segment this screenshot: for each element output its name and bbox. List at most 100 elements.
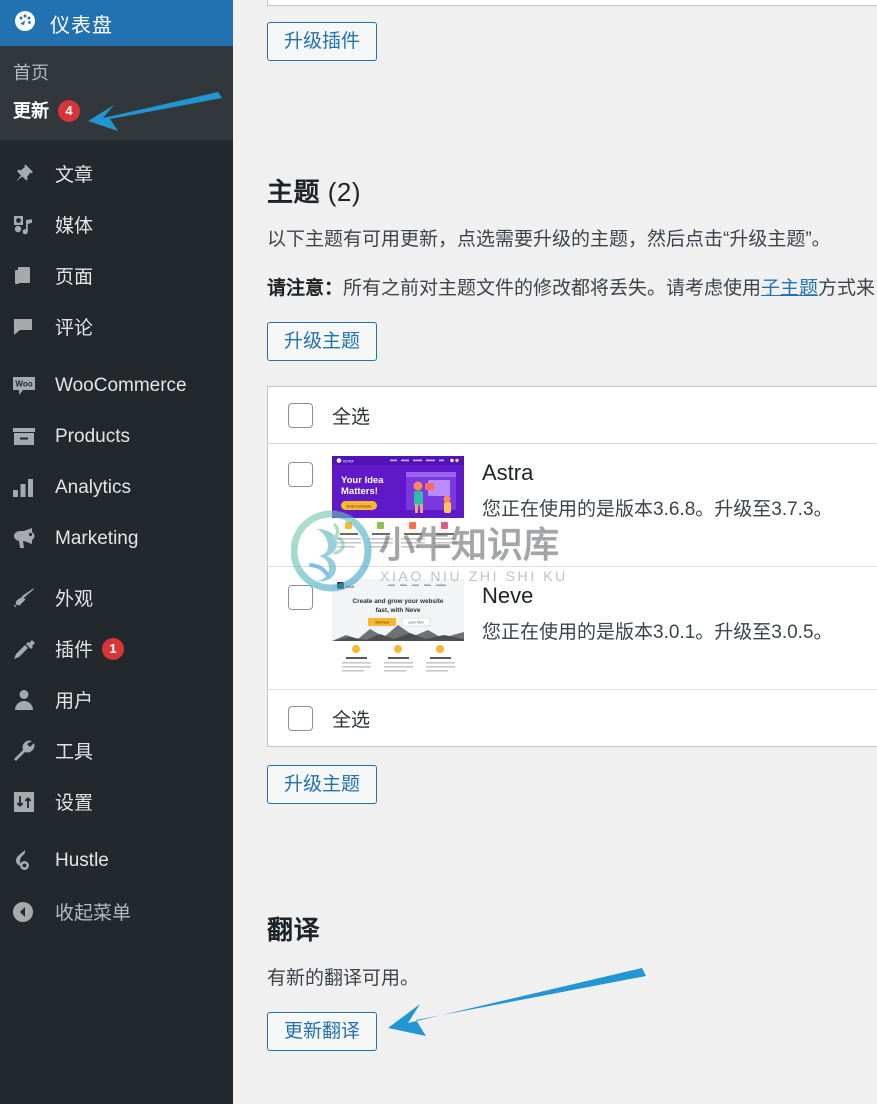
sidebar-item-analytics-label: Analytics [55,476,132,498]
upgrade-plugins-button[interactable]: 升级插件 [267,22,378,61]
main-content: 升级插件 主题 (2) 以下主题有可用更新，点选需要升级的主题，然后点击“升级主… [233,0,877,1104]
plugins-count-badge: 1 [102,637,125,660]
pin-icon [11,162,41,186]
svg-text:fast, with Neve: fast, with Neve [376,607,421,614]
admin-sidebar: 仪表盘 首页 更新 4 文章 媒体 页面 评论 Woo WooCommerce … [0,0,241,1104]
themes-intro-text: 以下主题有可用更新，点选需要升级的主题，然后点击“升级主题”。 [267,229,831,250]
sidebar-item-analytics[interactable]: Analytics [0,462,233,513]
comments-icon [11,315,41,339]
sidebar-dashboard-label: 仪表盘 [50,14,113,37]
themes-section-heading: 主题 (2) [267,172,361,209]
sidebar-item-pages-label: 页面 [55,267,94,288]
media-icon [11,213,41,237]
sidebar-item-users-label: 用户 [55,691,94,712]
sidebar-subitem-updates-label: 更新 [13,101,49,121]
plugins-plug-icon [11,636,41,662]
upgrade-themes-bottom-wrap: 升级主题 [267,765,378,804]
upgrade-themes-button-top[interactable]: 升级主题 [267,322,378,361]
sidebar-item-marketing[interactable]: Marketing [0,513,233,564]
sidebar-subitem-home[interactable]: 首页 [0,54,233,92]
theme-astra-thumbnail-cell: ASTRA Your Idea Matters! Build a Website [332,444,468,566]
sidebar-item-dashboard[interactable]: 仪表盘 [0,0,241,46]
sidebar-item-comments[interactable]: 评论 [0,301,233,352]
themes-notice-after: 方式来 [818,278,876,299]
sidebar-item-plugins-label: 插件 [55,640,94,661]
update-translations-button[interactable]: 更新翻译 [267,1012,378,1051]
pages-icon [11,264,41,288]
table-row-select-all-bottom: 全选 [268,690,877,746]
theme-neve-name: Neve [482,583,534,608]
select-all-top-checkbox[interactable] [287,402,313,428]
upgrade-plugins-button-wrap: 升级插件 [267,22,378,61]
theme-neve-version-text: 您正在使用的是版本3.0.1。升级至3.0.5。 [482,622,833,644]
woo-icon: Woo [11,373,41,399]
sidebar-item-hustle[interactable]: Hustle [0,835,233,886]
svg-text:Matters!: Matters! [341,486,378,497]
sidebar-item-media-label: 媒体 [55,216,94,237]
sidebar-item-settings[interactable]: 设置 [0,776,233,827]
sidebar-item-collapse-menu[interactable]: 收起菜单 [0,886,233,937]
sidebar-group-plugins-extra: Hustle [0,835,233,886]
sidebar-item-appearance[interactable]: 外观 [0,572,233,623]
sidebar-item-woocommerce[interactable]: Woo WooCommerce [0,360,233,411]
sidebar-item-plugins[interactable]: 插件 1 [0,623,233,674]
collapse-arrow-icon [11,900,41,924]
analytics-bars-icon [11,475,41,501]
appearance-brush-icon [11,585,41,611]
sidebar-group-content: 文章 媒体 页面 评论 [0,148,233,352]
hustle-flame-icon [11,848,41,874]
settings-sliders-icon [11,789,41,815]
sidebar-item-marketing-label: Marketing [55,527,139,549]
sidebar-item-users[interactable]: 用户 [0,674,233,725]
tools-wrench-icon [11,738,41,764]
themes-notice-label: 请注意： [267,278,344,299]
themes-notice-text: 请注意：所有之前对主题文件的修改都将丢失。请考虑使用子主题方式来 [267,275,875,304]
themes-count: (2) [327,177,362,207]
dashboard-gauge-icon [13,9,37,38]
svg-text:Build a Website: Build a Website [347,504,372,508]
theme-astra-name: Astra [482,460,534,485]
sidebar-item-settings-label: 设置 [55,793,94,814]
sidebar-item-collapse-menu-label: 收起菜单 [55,903,132,924]
upgrade-themes-button-bottom[interactable]: 升级主题 [267,765,378,804]
table-row-select-all-top: 全选 [268,387,877,444]
sidebar-item-pages[interactable]: 页面 [0,250,233,301]
svg-text:Create and grow your website: Create and grow your website [353,598,444,605]
svg-text:Start Now: Start Now [375,621,390,625]
sidebar-item-tools-label: 工具 [55,742,94,763]
child-theme-link[interactable]: 子主题 [761,278,818,299]
sidebar-group-collapse: 收起菜单 [0,886,233,937]
sidebar-item-products-label: Products [55,425,130,447]
sidebar-item-posts[interactable]: 文章 [0,148,233,199]
sidebar-item-tools[interactable]: 工具 [0,725,233,776]
sidebar-group-admin: 外观 插件 1 用户 工具 设置 [0,572,233,827]
products-box-icon [11,424,41,450]
sidebar-item-posts-label: 文章 [55,165,94,186]
theme-neve-checkbox[interactable] [287,585,313,610]
theme-astra-screenshot: ASTRA Your Idea Matters! Build a Website [332,456,464,556]
svg-text:Your Idea: Your Idea [341,475,384,486]
sidebar-subitem-updates[interactable]: 更新 4 [0,92,233,130]
sidebar-item-hustle-label: Hustle [55,849,109,871]
svg-text:Learn More: Learn More [408,621,425,625]
sidebar-item-appearance-label: 外观 [55,589,94,610]
updates-count-badge: 4 [58,100,80,122]
select-all-bottom-checkbox-cell [268,705,332,731]
select-all-top-checkbox-cell [268,402,332,428]
translations-section-heading: 翻译 [267,915,321,945]
themes-notice-before: 所有之前对主题文件的修改都将丢失。请考虑使用 [343,278,762,299]
sidebar-item-media[interactable]: 媒体 [0,199,233,250]
theme-astra-checkbox[interactable] [287,462,313,487]
sidebar-item-products[interactable]: Products [0,411,233,462]
dashboard-submenu: 首页 更新 4 [0,46,233,140]
theme-astra-meta-cell: Astra 您正在使用的是版本3.6.8。升级至3.7.3。 [468,444,833,531]
marketing-megaphone-icon [11,526,41,552]
theme-neve-checkbox-cell [268,567,332,610]
select-all-bottom-checkbox[interactable] [287,705,313,731]
svg-text:Neve: Neve [346,585,354,589]
theme-astra-version-text: 您正在使用的是版本3.6.8。升级至3.7.3。 [482,499,833,521]
